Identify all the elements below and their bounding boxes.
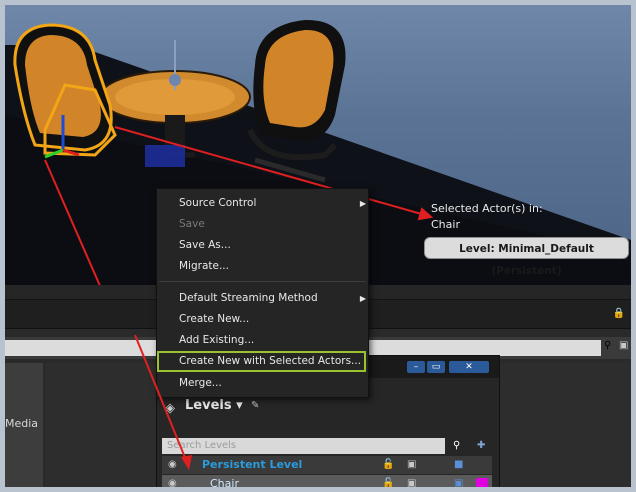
menu-item-save-as[interactable]: Save As... <box>157 235 368 256</box>
levels-menu-label: Levels <box>185 398 232 413</box>
level-color-swatch[interactable] <box>476 478 488 487</box>
editor-window: Selected Actor(s) in: Chair Level: Minim… <box>5 5 631 487</box>
minimize-button[interactable]: – <box>407 361 425 373</box>
level-context-menu: Source Control ▶ Save Save As... Migrate.… <box>156 188 369 398</box>
level-row-persistent[interactable]: ◉ Persistent Level 🔓 ▣ ■ <box>162 456 492 474</box>
save-icon[interactable]: ▣ <box>407 475 416 487</box>
levels-tool-icon[interactable]: ✎ <box>251 400 259 411</box>
menu-item-migrate[interactable]: Migrate... <box>157 256 368 277</box>
menu-item-merge[interactable]: Merge... <box>157 373 368 394</box>
menu-item-add-existing[interactable]: Add Existing... <box>157 330 368 351</box>
blueprint-icon[interactable]: ▣ <box>454 475 463 487</box>
level-name: Persistent Level <box>202 458 303 471</box>
color-icon[interactable]: ■ <box>454 456 463 474</box>
close-button[interactable]: ✕ <box>449 361 489 373</box>
menu-item-label: Default Streaming Method <box>179 292 318 304</box>
level-row-chair[interactable]: ◉ Chair 🔓 ▣ ▣ <box>162 475 492 487</box>
levels-icon: ◈ <box>165 401 175 416</box>
lock-icon[interactable]: 🔒 <box>613 308 625 319</box>
menu-item-label: Create New with Selected Actors... <box>179 355 362 367</box>
eye-icon[interactable]: ◉ <box>168 475 177 487</box>
menu-item-create-new[interactable]: Create New... <box>157 309 368 330</box>
lock-icon[interactable]: 🔓 <box>382 456 394 474</box>
menu-item-label: Source Control <box>179 197 257 209</box>
menu-item-label: Create New... <box>179 313 250 325</box>
maximize-button[interactable]: ▭ <box>427 361 445 373</box>
save-icon[interactable]: ▣ <box>407 456 416 474</box>
menu-item-source-control[interactable]: Source Control ▶ <box>157 193 368 214</box>
submenu-arrow-icon: ▶ <box>359 294 366 303</box>
menu-item-label: Save As... <box>179 239 231 251</box>
menu-item-default-streaming-method[interactable]: Default Streaming Method ▶ <box>157 288 368 309</box>
levels-search-input[interactable]: Search Levels <box>162 438 445 454</box>
menu-item-save: Save <box>157 214 368 235</box>
menu-item-label: Migrate... <box>179 260 229 272</box>
add-level-icon[interactable]: ✚ <box>477 440 485 451</box>
save-icon[interactable]: ▣ <box>619 340 628 351</box>
menu-item-label: Save <box>179 218 205 230</box>
level-name: Chair <box>210 477 239 487</box>
submenu-arrow-icon: ▶ <box>359 199 366 208</box>
sources-item-media[interactable]: Media <box>5 417 38 430</box>
selected-actor-label: Selected Actor(s) in: <box>431 202 543 215</box>
current-level-badge: Level: Minimal_Default (Persistent) <box>424 237 629 277</box>
selected-actor-name: Chair <box>431 218 460 231</box>
search-icon[interactable]: ⚲ <box>453 440 460 451</box>
levels-menu-button[interactable]: Levels ▾ <box>185 398 243 413</box>
menu-item-label: Add Existing... <box>179 334 255 346</box>
search-icon[interactable]: ⚲ <box>604 340 611 351</box>
menu-item-label: Merge... <box>179 377 222 389</box>
lock-icon[interactable]: 🔓 <box>382 475 394 487</box>
menu-item-create-new-with-selected-actors[interactable]: Create New with Selected Actors... <box>157 351 366 372</box>
menu-separator <box>159 281 366 282</box>
eye-icon[interactable]: ◉ <box>168 456 177 474</box>
